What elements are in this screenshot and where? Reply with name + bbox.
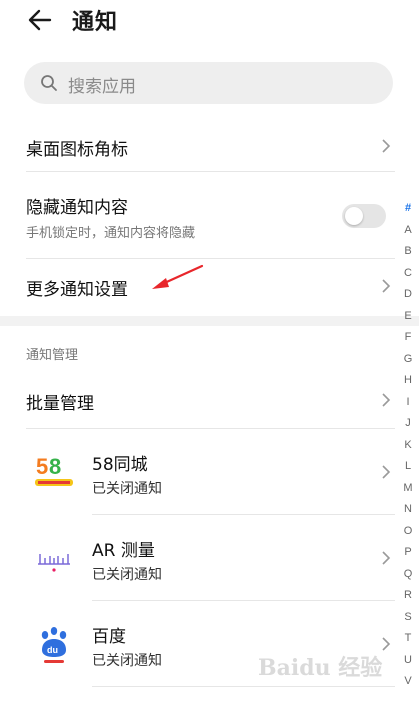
app-status: 已关闭通知 [92, 481, 162, 497]
index-letter[interactable]: F [398, 331, 418, 343]
58-app-icon: 5 8 [35, 454, 73, 486]
index-letter[interactable]: C [398, 267, 418, 279]
index-letter[interactable]: A [398, 224, 418, 236]
app-name: 百度 [92, 627, 126, 647]
index-letter[interactable]: L [398, 460, 418, 472]
index-letter[interactable]: K [398, 439, 418, 451]
index-letter[interactable]: N [398, 503, 418, 515]
divider [26, 428, 395, 429]
chevron-right-icon [382, 551, 391, 565]
index-letter[interactable]: O [398, 525, 418, 537]
index-letter[interactable]: # [398, 202, 418, 214]
toggle-knob [345, 207, 363, 225]
chevron-right-icon [382, 139, 391, 153]
divider [26, 258, 395, 259]
app-name: 58同城 [92, 455, 148, 475]
hide-content-toggle[interactable] [342, 204, 386, 228]
divider [26, 171, 395, 172]
hide-content-label: 隐藏通知内容 [26, 198, 128, 218]
app-status: 已关闭通知 [92, 567, 162, 583]
divider [92, 600, 395, 601]
more-settings-label: 更多通知设置 [26, 280, 128, 300]
index-letter[interactable]: H [398, 374, 418, 386]
index-letter[interactable]: R [398, 589, 418, 601]
back-arrow-icon[interactable] [26, 6, 54, 34]
index-letter[interactable]: J [398, 417, 418, 429]
svg-text:5: 5 [36, 454, 48, 479]
chevron-right-icon [382, 393, 391, 407]
index-letter[interactable]: Q [398, 568, 418, 580]
index-letter[interactable]: B [398, 245, 418, 257]
search-placeholder: 搜索应用 [68, 77, 136, 97]
badge-setting-label: 桌面图标角标 [26, 140, 128, 160]
annotation-arrow-icon [152, 264, 204, 289]
hide-content-row: 隐藏通知内容 手机锁定时，通知内容将隐藏 [0, 180, 395, 250]
hide-content-description: 手机锁定时，通知内容将隐藏 [26, 226, 196, 241]
badge-setting-row[interactable]: 桌面图标角标 [0, 122, 395, 170]
header: 通知 [0, 0, 419, 44]
index-letter[interactable]: T [398, 632, 418, 644]
index-letter[interactable]: E [398, 310, 418, 322]
index-letter[interactable]: I [398, 396, 418, 408]
search-input[interactable]: 搜索应用 [24, 62, 393, 104]
svg-text:du: du [47, 645, 58, 655]
watermark: Baidu 经验 [258, 655, 383, 681]
app-status: 已关闭通知 [92, 653, 162, 669]
batch-manage-label: 批量管理 [26, 394, 94, 414]
page-title: 通知 [72, 10, 119, 35]
index-letter[interactable]: U [398, 654, 418, 666]
index-letter[interactable]: V [398, 675, 418, 687]
app-row-ar-measure[interactable]: AR 测量 已关闭通知 [0, 516, 395, 600]
app-row-58[interactable]: 5 8 58同城 已关闭通知 [0, 430, 395, 514]
section-separator [0, 316, 419, 326]
batch-manage-row[interactable]: 批量管理 [0, 376, 395, 426]
index-letter[interactable]: M [398, 482, 418, 494]
ruler-icon [38, 554, 70, 572]
app-name: AR 测量 [92, 541, 155, 561]
chevron-right-icon [382, 279, 391, 293]
search-icon [41, 75, 57, 91]
index-letter[interactable]: P [398, 546, 418, 558]
baidu-paw-icon: du [41, 627, 67, 663]
index-letter[interactable]: S [398, 611, 418, 623]
divider [92, 686, 395, 687]
svg-text:8: 8 [49, 454, 61, 479]
chevron-right-icon [382, 465, 391, 479]
section-header: 通知管理 [26, 348, 79, 363]
index-letter[interactable]: D [398, 288, 418, 300]
divider [92, 514, 395, 515]
chevron-right-icon [382, 637, 391, 651]
index-letter[interactable]: G [398, 353, 418, 365]
